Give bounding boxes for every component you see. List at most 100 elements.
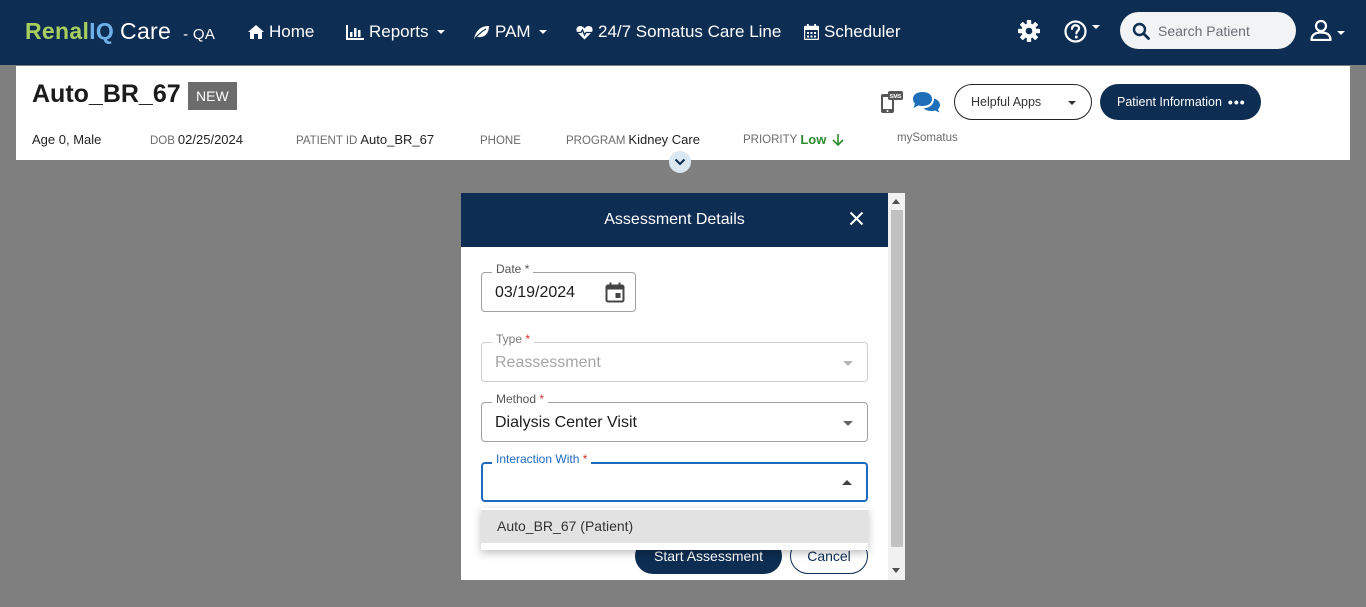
modal-scrollbar-thumb[interactable]: [891, 210, 903, 547]
dob-label: DOB: [150, 135, 175, 147]
type-value: Reassessment: [495, 354, 601, 371]
patient-information-button[interactable]: Patient Information •••: [1100, 84, 1261, 120]
brand-logo[interactable]: Renal IQ Care - QA: [25, 18, 215, 45]
chevron-down-icon: [674, 158, 686, 166]
patient-priority: PRIORITY Low: [743, 132, 844, 147]
brand-iq: IQ: [89, 18, 115, 44]
modal-title: Assessment Details: [604, 211, 745, 228]
phone-label: PHONE: [480, 135, 521, 147]
close-icon: [849, 211, 864, 226]
user-icon: [1310, 19, 1332, 41]
status-badge: NEW: [188, 82, 237, 110]
date-value: 03/19/2024: [495, 284, 576, 301]
nav-pam[interactable]: PAM: [473, 22, 547, 42]
type-required: *: [525, 332, 531, 346]
environment-label: - QA: [183, 26, 216, 43]
date-field-label: Date *: [492, 262, 534, 276]
date-picker-button[interactable]: [605, 282, 625, 308]
method-value: Dialysis Center Visit: [495, 414, 637, 431]
method-required: *: [539, 392, 545, 406]
close-button[interactable]: [849, 211, 864, 231]
heartbeat-icon: [576, 25, 593, 39]
chevron-down-icon: [436, 30, 445, 34]
method-field-label: Method *: [492, 392, 549, 406]
dropdown-caret-icon: [843, 361, 853, 366]
patient-information-label: Patient Information: [1117, 95, 1222, 109]
user-menu[interactable]: [1310, 19, 1345, 41]
brand-renal: Renal: [25, 18, 90, 44]
patient-id-value: Auto_BR_67: [360, 132, 435, 147]
nav-home[interactable]: Home: [248, 22, 314, 42]
arrow-down-icon: [832, 133, 844, 146]
scroll-down-arrow[interactable]: [892, 568, 900, 573]
scroll-up-arrow[interactable]: [892, 199, 900, 204]
help-circle-icon: [1064, 20, 1087, 43]
patient-id-label: PATIENT ID: [296, 135, 358, 147]
home-icon: [248, 25, 264, 39]
calendar-picker-icon: [605, 282, 625, 303]
interaction-label-text: Interaction With: [496, 452, 580, 466]
help-menu[interactable]: [1064, 20, 1100, 43]
settings-button[interactable]: [1018, 20, 1040, 47]
sms-icon-text: SMS: [890, 94, 902, 100]
assessment-details-modal: Assessment Details Date * 03/19/2024 Typ…: [461, 193, 905, 580]
nav-pam-label: PAM: [495, 22, 531, 41]
nav-reports[interactable]: Reports: [346, 22, 445, 42]
nav-care-line-label: 24/7 Somatus Care Line: [598, 22, 782, 41]
dob-value: 02/25/2024: [177, 132, 243, 147]
program-value: Kidney Care: [628, 132, 700, 147]
expand-header-button[interactable]: [669, 151, 691, 173]
dropdown-caret-up-icon: [842, 480, 852, 485]
patient-dob: DOB 02/25/2024: [150, 132, 243, 147]
method-label-text: Method: [496, 392, 537, 406]
dropdown-caret-icon: [843, 421, 853, 426]
patient-header: Auto_BR_67 NEW SMS Helpful Apps Patient …: [16, 66, 1350, 160]
method-select[interactable]: Method * Dialysis Center Visit: [481, 392, 868, 442]
priority-label: PRIORITY: [743, 133, 798, 146]
chat-button[interactable]: [911, 91, 941, 118]
date-label-text: Date: [496, 262, 522, 276]
type-label-text: Type: [496, 332, 523, 346]
patient-phone: PHONE: [480, 132, 524, 147]
interaction-required: *: [582, 452, 588, 466]
patient-program: PROGRAM Kidney Care: [566, 132, 700, 147]
brand-care: Care: [120, 18, 172, 44]
chart-bar-icon: [346, 24, 364, 40]
search-input[interactable]: [1158, 22, 1288, 39]
program-label: PROGRAM: [566, 135, 626, 147]
chevron-down-icon: [1337, 31, 1345, 35]
sms-phone-icon: SMS: [881, 91, 903, 113]
patient-name: Auto_BR_67: [32, 80, 181, 108]
my-somatus-label: mySomatus: [897, 132, 958, 144]
sms-button[interactable]: SMS: [880, 90, 904, 119]
patient-search[interactable]: [1120, 12, 1296, 49]
date-field[interactable]: Date * 03/19/2024: [481, 262, 636, 312]
helpful-apps-label: Helpful Apps: [971, 95, 1042, 109]
chevron-down-icon: [1092, 24, 1100, 29]
interaction-with-select[interactable]: Interaction With *: [481, 452, 868, 502]
nav-reports-label: Reports: [369, 22, 429, 41]
calendar-icon: [804, 24, 819, 40]
nav-scheduler-label: Scheduler: [824, 22, 901, 41]
nav-care-line[interactable]: 24/7 Somatus Care Line: [576, 22, 781, 42]
chat-bubbles-icon: [913, 92, 940, 113]
my-somatus-link[interactable]: mySomatus: [897, 132, 958, 144]
search-icon: [1132, 22, 1150, 40]
gear-icon: [1018, 20, 1040, 42]
type-select: Type * Reassessment: [481, 332, 868, 382]
dropdown-option[interactable]: Auto_BR_67 (Patient): [481, 510, 868, 543]
interaction-field-label: Interaction With *: [492, 452, 592, 466]
more-dots-icon: •••: [1227, 94, 1246, 110]
type-field-label: Type *: [492, 332, 535, 346]
patient-age-sex: Age 0, Male: [32, 132, 101, 147]
age-sex-value: Age 0, Male: [32, 132, 102, 147]
top-navbar: Renal IQ Care - QA Home Reports PAM 24/7 So…: [0, 0, 1366, 65]
chevron-down-icon: [538, 30, 547, 34]
chevron-down-icon: [1068, 101, 1076, 105]
nav-scheduler[interactable]: Scheduler: [804, 22, 901, 42]
date-required: *: [524, 262, 530, 276]
priority-value: Low: [800, 132, 827, 147]
modal-header: Assessment Details: [461, 193, 888, 247]
nav-home-label: Home: [269, 22, 315, 41]
helpful-apps-button[interactable]: Helpful Apps: [954, 84, 1092, 120]
